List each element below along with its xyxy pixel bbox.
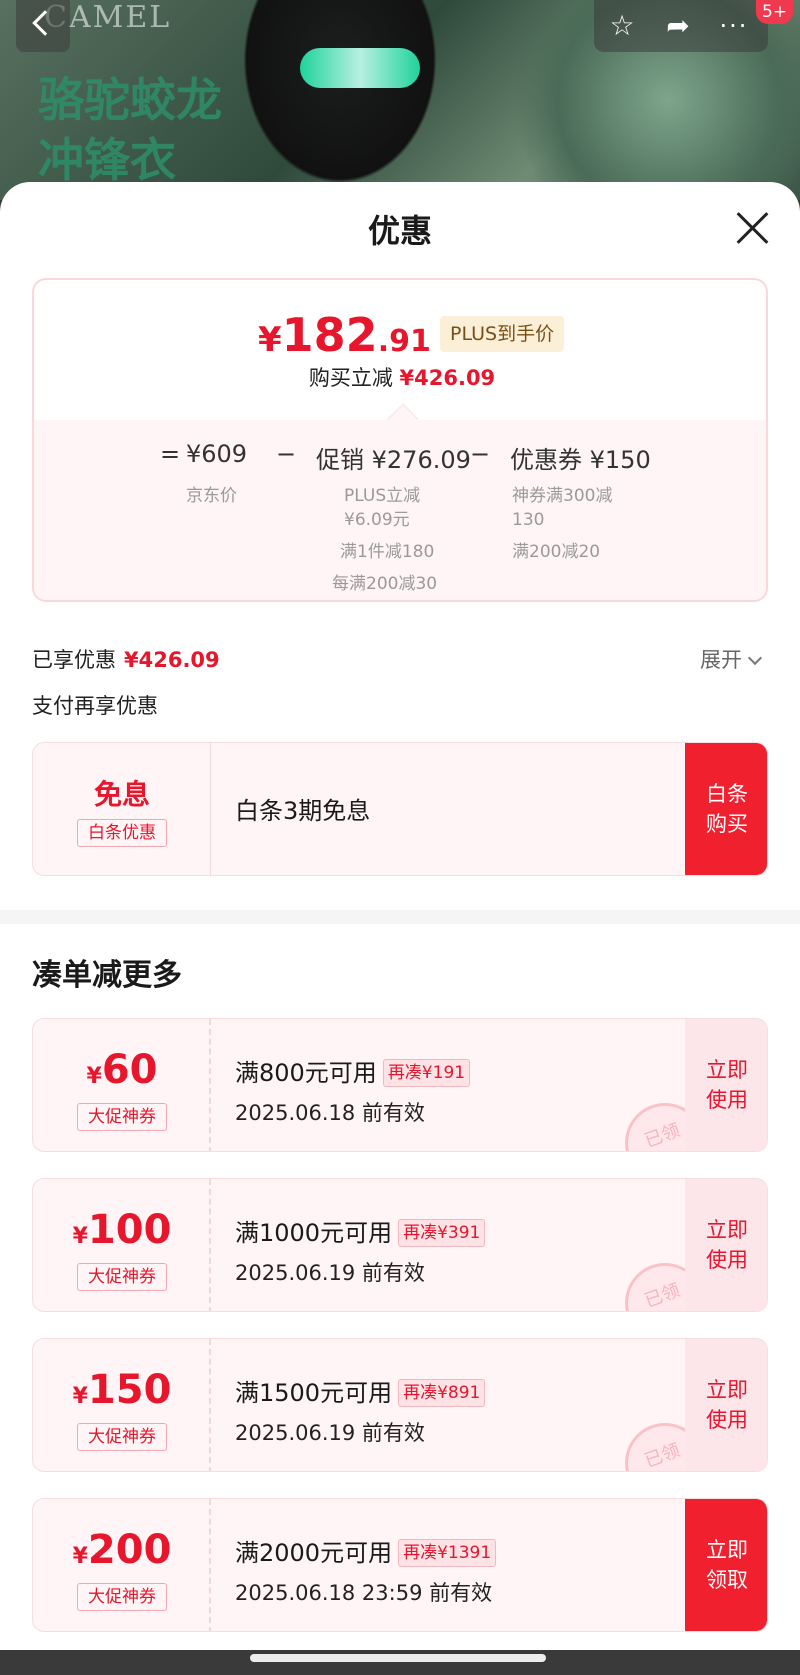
baitiao-text: 白条3期免息 — [235, 797, 371, 825]
expand-button[interactable]: 展开 — [700, 644, 763, 674]
notification-badge: 5+ — [756, 0, 794, 24]
base-price-label: 京东价 — [186, 486, 237, 506]
close-icon[interactable] — [734, 210, 770, 246]
coupon-detail-1: 神券满300减 — [512, 486, 613, 506]
chevron-left-icon — [32, 10, 58, 36]
coupon-value: ¥100 — [72, 1207, 172, 1253]
discount-sheet: 优惠 ¥182.91 PLUS到手价 购买立减 ¥426.09 = ¥609 京… — [0, 182, 800, 1650]
coupon-value: ¥60 — [86, 1047, 158, 1093]
coupon-type: 大促神券 — [77, 1423, 167, 1451]
coupon-card: ¥60 大促神券 满800元可用 再凑¥191 2025.06.18 前有效 已领… — [32, 1018, 768, 1152]
coupon-detail-2: 满200减20 — [512, 542, 601, 562]
banner-goggles — [300, 48, 420, 88]
coupon-validity: 2025.06.19 前有效 — [235, 1421, 425, 1445]
promo-detail-plus: PLUS立减 — [344, 486, 421, 506]
coupon-condition: 满2000元可用 再凑¥1391 — [235, 1533, 497, 1568]
top-actions: ☆ ➦ ··· — [594, 0, 768, 52]
baitiao-tag: 白条优惠 — [77, 819, 167, 847]
add-more-tag: 再凑¥891 — [398, 1379, 486, 1407]
coupon-validity: 2025.06.18 前有效 — [235, 1101, 425, 1125]
price-breakdown-card: ¥182.91 PLUS到手价 购买立减 ¥426.09 = ¥609 京东价 … — [32, 278, 768, 602]
claim-now-button[interactable]: 立即 领取 — [685, 1499, 767, 1631]
equals-sign: = — [160, 440, 181, 468]
coupon-condition: 满1000元可用 再凑¥391 — [235, 1213, 486, 1248]
star-icon[interactable]: ☆ — [604, 10, 640, 42]
coupon-detail-1b: 130 — [512, 510, 545, 530]
home-indicator[interactable] — [250, 1654, 546, 1662]
pay-more-label: 支付再享优惠 — [32, 694, 158, 718]
chevron-down-icon — [747, 650, 763, 666]
promo-detail-plus-value: ¥6.09元 — [344, 510, 410, 530]
promo-detail-1: 满1件减180 — [340, 542, 435, 562]
minus-sign: − — [276, 440, 297, 468]
use-now-button[interactable]: 立即 使用 — [685, 1339, 767, 1471]
base-price: ¥609 — [186, 440, 248, 468]
minus-sign-2: − — [470, 440, 491, 468]
baitiao-main: 免息 — [93, 778, 150, 811]
add-more-tag: 再凑¥191 — [382, 1059, 471, 1087]
more-icon[interactable]: ··· — [716, 10, 752, 42]
use-now-button[interactable]: 立即 使用 — [685, 1019, 767, 1151]
coupon-validity: 2025.06.18 23:59 前有效 — [235, 1581, 493, 1605]
promo-detail-2: 每满200减30 — [332, 574, 438, 594]
share-icon[interactable]: ➦ — [660, 10, 696, 42]
coupon-type: 大促神券 — [77, 1583, 167, 1611]
enjoyed-discount: 已享优惠 ¥426.09 — [32, 648, 220, 672]
coupon-card: ¥150 大促神券 满1500元可用 再凑¥891 2025.06.19 前有效 … — [32, 1338, 768, 1472]
coupon-card: ¥100 大促神券 满1000元可用 再凑¥391 2025.06.19 前有效 … — [32, 1178, 768, 1312]
coupon-amount: 优惠券 ¥150 — [510, 446, 651, 474]
coupon-value: ¥200 — [72, 1527, 172, 1573]
more-discount-title: 凑单减更多 — [32, 958, 182, 993]
sheet-title: 优惠 — [367, 212, 432, 250]
add-more-tag: 再凑¥391 — [398, 1219, 486, 1247]
back-button[interactable] — [16, 0, 70, 52]
banner-headline: 骆驼蛟龙 冲锋衣 — [38, 73, 222, 187]
coupon-condition: 满800元可用 再凑¥191 — [235, 1053, 471, 1088]
add-more-tag: 再凑¥1391 — [398, 1539, 497, 1567]
promo-amount: 促销 ¥276.09 — [316, 446, 471, 474]
section-divider — [0, 910, 800, 924]
coupon-card: ¥200 大促神券 满2000元可用 再凑¥1391 2025.06.18 23:… — [32, 1498, 768, 1632]
plus-price-tag: PLUS到手价 — [440, 316, 565, 352]
baitiao-buy-button[interactable]: 白条 购买 — [685, 743, 767, 875]
coupon-type: 大促神券 — [77, 1263, 167, 1291]
final-price: ¥182.91 — [258, 308, 431, 362]
use-now-button[interactable]: 立即 使用 — [685, 1179, 767, 1311]
coupon-validity: 2025.06.19 前有效 — [235, 1261, 425, 1285]
banner-model-figure — [230, 0, 450, 200]
buy-reduce-line: 购买立减 ¥426.09 — [308, 366, 496, 390]
baitiao-card: 免息 白条优惠 白条3期免息 白条 购买 — [32, 742, 768, 876]
coupon-condition: 满1500元可用 再凑¥891 — [235, 1373, 486, 1408]
coupon-type: 大促神券 — [77, 1103, 167, 1131]
coupon-value: ¥150 — [72, 1367, 172, 1413]
